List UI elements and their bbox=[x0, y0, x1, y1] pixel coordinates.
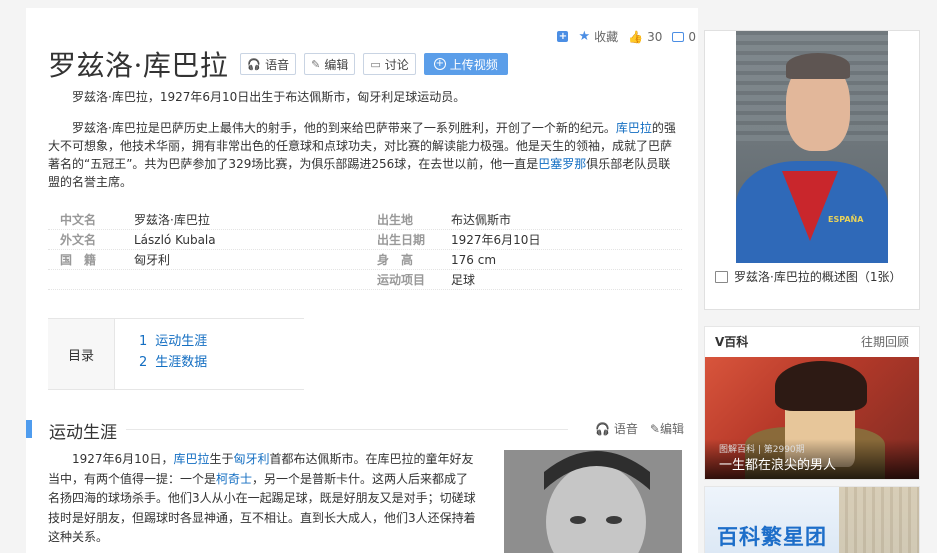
info-value: 176 cm bbox=[451, 253, 497, 267]
info-key: 国 籍 bbox=[60, 253, 97, 267]
share-icon bbox=[672, 31, 685, 42]
catalog-item[interactable]: 1 运动生涯 bbox=[139, 331, 207, 352]
portrait-photo bbox=[504, 450, 682, 553]
basic-info: 中文名 罗兹洛·库巴拉 出生地 布达佩斯市 外文名 László Kubala 出生日… bbox=[48, 210, 682, 290]
section-voice-label: 语音 bbox=[613, 422, 638, 436]
profile-photo[interactable]: ESPAÑA bbox=[736, 31, 888, 263]
section-text: 1927年6月10日， bbox=[72, 452, 174, 466]
link-kocsis[interactable]: 柯奇士 bbox=[216, 472, 252, 486]
discuss-label: 讨论 bbox=[384, 57, 409, 72]
catalog-item-text[interactable]: 运动生涯 bbox=[155, 334, 207, 349]
info-row: 运动项目 足球 bbox=[48, 270, 682, 290]
catalog-item-text[interactable]: 生涯数据 bbox=[155, 355, 207, 370]
section-edit-button[interactable]: ✎编辑 bbox=[650, 420, 684, 437]
summary-intro: 罗兹洛·库巴拉，1927年6月10日出生于布达佩斯市，匈牙利足球运动员。 bbox=[72, 90, 466, 104]
info-key: 出生地 bbox=[377, 213, 414, 227]
info-key bbox=[48, 270, 134, 289]
voice-label: 语音 bbox=[265, 57, 290, 72]
catalog-item-number: 2 bbox=[139, 355, 148, 370]
section-header: 运动生涯 🎧 语音 ✎编辑 bbox=[26, 418, 698, 443]
profile-caption-text: 罗兹洛·库巴拉的概述图（1张） bbox=[734, 270, 902, 284]
section-body: 1927年6月10日，库巴拉生于匈牙利首都布达佩斯市。在库巴拉的童年好友当中，有… bbox=[48, 450, 478, 548]
section-voice-button[interactable]: 🎧 语音 bbox=[595, 420, 638, 437]
info-key: 中文名 bbox=[60, 213, 97, 227]
section-marker bbox=[26, 420, 32, 438]
jersey-badge: ESPAÑA bbox=[828, 215, 864, 224]
pencil-icon: ✎ bbox=[311, 57, 321, 71]
vbaike-box: V百科 往期回顾 图解百科 | 第2990期 一生都在浪尖的男人 bbox=[704, 326, 920, 480]
summary-text: 罗兹洛·库巴拉是巴萨历史上最伟大的射手，他的到来给巴萨带来了一系列胜利，开创了一… bbox=[72, 121, 616, 135]
discuss-button[interactable]: ▭ 讨论 bbox=[363, 53, 416, 75]
info-value-link[interactable]: 匈牙利 bbox=[134, 250, 365, 269]
title-row: 罗兹洛·库巴拉 🎧 语音 ✎ 编辑 ▭ 讨论 + 上传视频 bbox=[48, 44, 508, 84]
headphones-icon: 🎧 bbox=[595, 422, 611, 436]
upload-video-label: 上传视频 bbox=[449, 57, 498, 72]
link-kubala[interactable]: 库巴拉 bbox=[616, 121, 652, 135]
voice-button[interactable]: 🎧 语音 bbox=[240, 53, 297, 75]
info-value bbox=[134, 270, 365, 289]
profile-card[interactable]: ESPAÑA 罗兹洛·库巴拉的概述图（1张） bbox=[704, 30, 920, 310]
vbaike-more-link[interactable]: 往期回顾 bbox=[861, 327, 909, 357]
comment-icon: ▭ bbox=[370, 57, 381, 71]
top-actions: + ★ 收藏 👍 30 0 bbox=[557, 28, 696, 45]
like-button[interactable]: 👍 30 bbox=[628, 30, 662, 44]
star-banner[interactable]: 百科繁星团 bbox=[704, 486, 920, 553]
section-edit-label: 编辑 bbox=[659, 422, 684, 436]
section-title: 运动生涯 bbox=[49, 423, 117, 443]
summary-body: 罗兹洛·库巴拉是巴萨历史上最伟大的射手，他的到来给巴萨带来了一系列胜利，开创了一… bbox=[48, 119, 678, 191]
article-panel: + ★ 收藏 👍 30 0 罗兹洛·库巴拉 🎧 语音 ✎ 编辑 ▭ 讨论 + 上… bbox=[26, 8, 698, 553]
upload-video-button[interactable]: + 上传视频 bbox=[423, 53, 508, 75]
section-text: 生于 bbox=[209, 452, 234, 466]
page-title: 罗兹洛·库巴拉 bbox=[48, 49, 229, 82]
info-row: 外文名 László Kubala 出生日期 1927年6月10日 bbox=[48, 230, 682, 250]
pencil-icon: ✎ bbox=[649, 422, 660, 436]
catalog-item-number: 1 bbox=[139, 334, 148, 349]
plus-circle-icon: + bbox=[433, 58, 446, 70]
add-icon[interactable]: + bbox=[557, 31, 569, 42]
info-key: 外文名 bbox=[60, 233, 97, 247]
info-value: László Kubala bbox=[134, 233, 216, 247]
info-row: 中文名 罗兹洛·库巴拉 出生地 布达佩斯市 bbox=[48, 210, 682, 230]
info-value: 足球 bbox=[451, 273, 476, 287]
catalog-label: 目录 bbox=[48, 319, 115, 389]
star-banner-title: 百科繁星团 bbox=[717, 525, 827, 549]
vbaike-caption: 一生都在浪尖的男人 bbox=[719, 458, 837, 473]
collect-label: 收藏 bbox=[594, 30, 619, 44]
catalog: 目录 1 运动生涯 2 生涯数据 bbox=[48, 318, 304, 390]
edit-button[interactable]: ✎ 编辑 bbox=[304, 53, 356, 75]
link-hungary[interactable]: 匈牙利 bbox=[233, 452, 269, 466]
section-photo[interactable] bbox=[504, 450, 682, 553]
vbaike-card[interactable]: 图解百科 | 第2990期 一生都在浪尖的男人 bbox=[705, 357, 919, 479]
vbaike-title: V百科 bbox=[715, 335, 749, 349]
image-icon bbox=[715, 271, 728, 283]
star-icon: ★ bbox=[578, 29, 591, 44]
info-key: 运动项目 bbox=[377, 273, 426, 287]
thumb-up-icon: 👍 bbox=[628, 29, 644, 44]
link-kubala[interactable]: 库巴拉 bbox=[173, 452, 209, 466]
link-barcelona[interactable]: 巴塞罗那 bbox=[538, 157, 586, 171]
profile-caption[interactable]: 罗兹洛·库巴拉的概述图（1张） bbox=[705, 263, 919, 291]
edit-label: 编辑 bbox=[324, 57, 349, 72]
info-key: 身 高 bbox=[377, 253, 414, 267]
info-value: 罗兹洛·库巴拉 bbox=[134, 213, 210, 227]
info-key: 出生日期 bbox=[377, 233, 426, 247]
headphones-icon: 🎧 bbox=[247, 57, 262, 71]
section-divider bbox=[126, 429, 568, 430]
like-count: 30 bbox=[647, 29, 663, 44]
sidebar: ESPAÑA 罗兹洛·库巴拉的概述图（1张） V百科 往期回顾 图解百科 | 第… bbox=[704, 30, 920, 553]
info-value: 1927年6月10日 bbox=[451, 233, 541, 247]
share-button[interactable]: 0 bbox=[672, 30, 696, 44]
catalog-item[interactable]: 2 生涯数据 bbox=[139, 352, 207, 373]
info-row: 国 籍 匈牙利 身 高 176 cm bbox=[48, 250, 682, 270]
collect-button[interactable]: ★ 收藏 bbox=[578, 28, 618, 45]
share-count: 0 bbox=[688, 29, 696, 44]
info-value: 布达佩斯市 bbox=[451, 213, 512, 227]
